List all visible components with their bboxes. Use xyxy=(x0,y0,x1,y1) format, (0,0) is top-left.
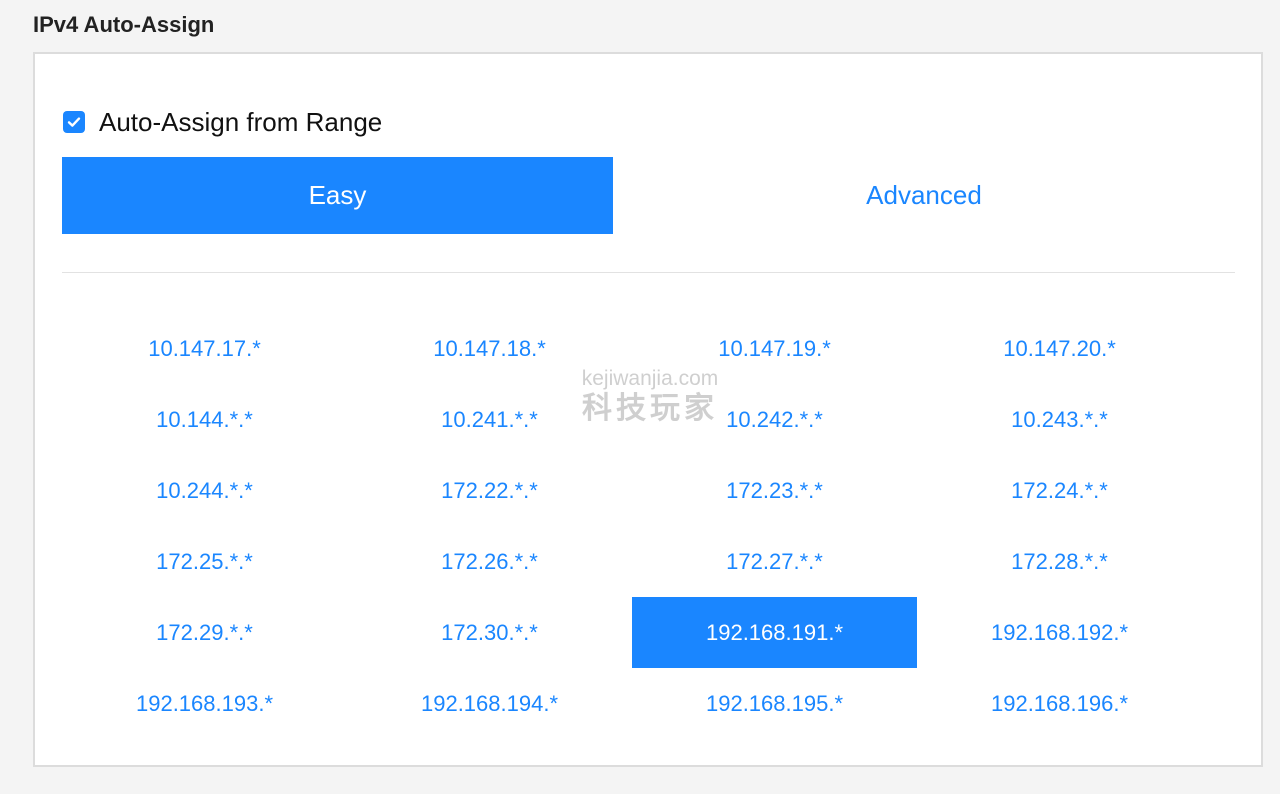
section-title: IPv4 Auto-Assign xyxy=(33,12,215,37)
auto-assign-checkbox[interactable] xyxy=(63,111,85,133)
ip-range-option[interactable]: 192.168.195.* xyxy=(632,668,917,739)
ip-range-option[interactable]: 192.168.193.* xyxy=(62,668,347,739)
ip-range-option[interactable]: 10.244.*.* xyxy=(62,455,347,526)
ip-range-option[interactable]: 172.25.*.* xyxy=(62,526,347,597)
ip-range-option[interactable]: 10.147.18.* xyxy=(347,313,632,384)
ip-range-option[interactable]: 192.168.194.* xyxy=(347,668,632,739)
mode-tabs: Easy Advanced xyxy=(62,157,1235,234)
ip-range-option[interactable]: 172.23.*.* xyxy=(632,455,917,526)
check-icon xyxy=(67,117,81,127)
auto-assign-checkbox-row[interactable]: Auto-Assign from Range xyxy=(63,106,382,138)
ip-range-option[interactable]: 192.168.196.* xyxy=(917,668,1202,739)
ip-range-option[interactable]: 10.242.*.* xyxy=(632,384,917,455)
ip-range-option[interactable]: 10.241.*.* xyxy=(347,384,632,455)
tab-easy[interactable]: Easy xyxy=(62,157,613,234)
ip-range-option[interactable]: 10.243.*.* xyxy=(917,384,1202,455)
auto-assign-panel: Auto-Assign from Range Easy Advanced 10.… xyxy=(33,52,1263,767)
ip-range-option[interactable]: 172.30.*.* xyxy=(347,597,632,668)
ip-range-option[interactable]: 172.29.*.* xyxy=(62,597,347,668)
ip-range-option[interactable]: 10.147.19.* xyxy=(632,313,917,384)
tab-advanced[interactable]: Advanced xyxy=(613,157,1235,234)
ip-range-option-selected[interactable]: 192.168.191.* xyxy=(632,597,917,668)
ip-range-option[interactable]: 10.147.20.* xyxy=(917,313,1202,384)
ipv4-auto-assign-page: IPv4 Auto-Assign Auto-Assign from Range … xyxy=(0,0,1280,794)
ip-range-option[interactable]: 192.168.192.* xyxy=(917,597,1202,668)
ip-range-option[interactable]: 172.27.*.* xyxy=(632,526,917,597)
ip-range-option[interactable]: 172.26.*.* xyxy=(347,526,632,597)
ip-range-option[interactable]: 172.24.*.* xyxy=(917,455,1202,526)
ip-range-option[interactable]: 172.22.*.* xyxy=(347,455,632,526)
auto-assign-label: Auto-Assign from Range xyxy=(99,107,383,137)
ip-range-grid: 10.147.17.* 10.147.18.* 10.147.19.* 10.147.… xyxy=(62,313,1202,739)
divider xyxy=(62,272,1235,273)
ip-range-option[interactable]: 10.147.17.* xyxy=(62,313,347,384)
ip-range-option[interactable]: 172.28.*.* xyxy=(917,526,1202,597)
ip-range-option[interactable]: 10.144.*.* xyxy=(62,384,347,455)
